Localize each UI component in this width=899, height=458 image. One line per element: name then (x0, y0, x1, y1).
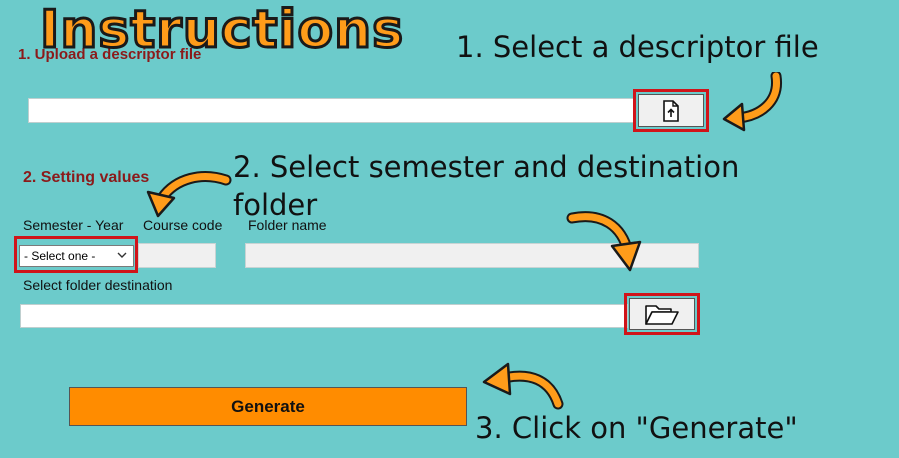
course-code-field[interactable] (138, 243, 216, 268)
folder-destination-label: Select folder destination (23, 277, 173, 293)
semester-year-label: Semester - Year (23, 217, 124, 233)
generate-button[interactable]: Generate (69, 387, 467, 426)
folder-destination-input[interactable] (20, 304, 628, 328)
step1-note: 1. Select a descriptor file (456, 30, 819, 64)
folder-open-icon (645, 303, 679, 325)
section-settings-label: 2. Setting values (23, 169, 150, 186)
step2-note: 2. Select semester and destination folde… (233, 150, 740, 222)
curved-arrow-icon (478, 360, 566, 410)
course-code-label: Course code (143, 217, 223, 233)
curved-arrow-icon (566, 208, 646, 274)
curved-arrow-icon (718, 72, 788, 134)
upload-file-button[interactable] (638, 94, 704, 127)
step3-note: 3. Click on "Generate" (475, 411, 798, 445)
semester-year-select[interactable]: - Select one - (19, 245, 134, 267)
chevron-down-icon (117, 251, 127, 259)
browse-folder-button[interactable] (629, 298, 695, 330)
descriptor-file-input[interactable] (28, 98, 636, 123)
file-upload-icon (662, 99, 680, 122)
instructions-title: Instructions (38, 0, 405, 62)
folder-name-label: Folder name (248, 217, 327, 233)
semester-select-value: - Select one - (24, 249, 96, 263)
curved-arrow-icon (140, 168, 232, 220)
